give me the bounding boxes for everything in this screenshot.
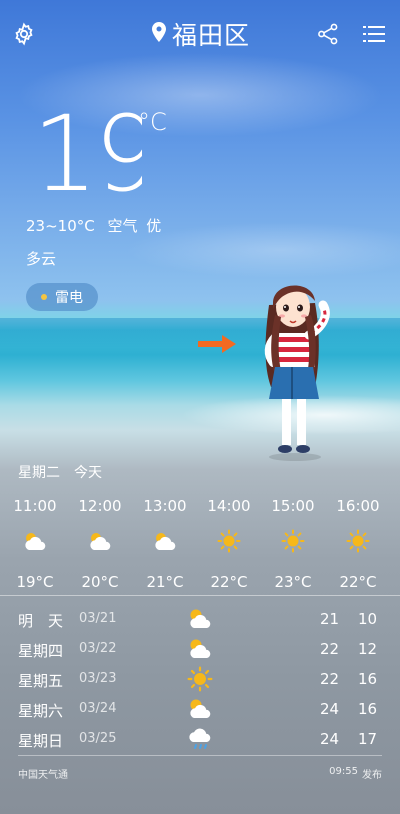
data-source[interactable]: 中国天气通 [18, 766, 68, 781]
air-quality: 优 [146, 217, 162, 235]
location-header[interactable]: 福田区 [152, 16, 250, 52]
top-bar: 福田区 [0, 0, 400, 64]
sun-icon [186, 666, 214, 696]
hourly-time: 14:00 [207, 497, 251, 515]
partly-cloudy-icon [5, 525, 65, 557]
hourly-day-name: 星期二 [18, 465, 60, 481]
publish-time: 09:55 [329, 766, 358, 777]
daily-date: 03/23 [79, 671, 117, 686]
location-pin-icon [152, 22, 166, 46]
hourly-item: 14:00 22°C [199, 497, 259, 591]
daily-date: 03/21 [79, 611, 117, 626]
hourly-item: 13:00 21°C [135, 497, 195, 591]
hourly-time: 15:00 [271, 497, 315, 515]
daily-high: 22 [320, 670, 340, 688]
publish-info: 09:55 发布 [329, 766, 382, 781]
hourly-item: 11:00 19°C [5, 497, 65, 591]
hourly-item: 15:00 23°C [263, 497, 323, 591]
partly-cloudy-icon [186, 606, 214, 634]
hourly-temp: 23°C [274, 573, 312, 591]
location-name: 福田区 [172, 21, 251, 50]
hourly-temp: 20°C [81, 573, 119, 591]
current-temperature: 19 [32, 93, 160, 215]
hourly-item: 16:00 22°C [328, 497, 388, 591]
air-label: 空气 [107, 217, 138, 235]
svg-text:19: 19 [32, 104, 142, 200]
current-condition: 多云 [26, 250, 57, 268]
partly-cloudy-icon [186, 696, 214, 724]
daily-day: 星期六 [18, 702, 64, 720]
divider [0, 595, 400, 596]
daily-row[interactable]: 星期日 03/25 24 17 [0, 724, 400, 754]
daily-high: 22 [320, 640, 340, 658]
daily-date: 03/22 [79, 641, 117, 656]
hourly-time: 13:00 [143, 497, 187, 515]
daily-date: 03/24 [79, 701, 117, 716]
hourly-time: 11:00 [13, 497, 57, 515]
sun-icon [263, 525, 323, 557]
daily-row[interactable]: 星期五 03/23 22 16 [0, 664, 400, 694]
daily-row[interactable]: 星期四 03/22 22 12 [0, 634, 400, 664]
daily-date: 03/25 [79, 731, 117, 746]
hourly-temp: 22°C [210, 573, 248, 591]
daily-row[interactable]: 明 天 03/21 21 10 [0, 604, 400, 634]
arrow-icon [198, 334, 236, 358]
hourly-temp: 19°C [16, 573, 54, 591]
rain-cloud-icon [186, 726, 214, 756]
daily-low: 16 [358, 700, 378, 718]
daily-day: 星期日 [18, 732, 64, 750]
partly-cloudy-icon [70, 525, 130, 557]
daily-row[interactable]: 星期六 03/24 24 16 [0, 694, 400, 724]
partly-cloudy-icon [186, 636, 214, 664]
daily-low: 17 [358, 730, 378, 748]
alert-label: 雷电 [55, 290, 83, 306]
cartoon-character[interactable] [255, 275, 335, 469]
daily-day: 星期四 [18, 642, 64, 660]
hourly-time: 16:00 [336, 497, 380, 515]
share-icon[interactable] [314, 20, 342, 48]
daily-day: 明 天 [18, 612, 64, 630]
hourly-item: 12:00 20°C [70, 497, 130, 591]
temperature-range-and-air[interactable]: 23~10°C 空气 优 [26, 215, 161, 236]
hourly-day-label: 星期二 今天 [18, 462, 102, 482]
sun-icon [199, 525, 259, 557]
menu-icon[interactable] [360, 20, 388, 48]
daily-low: 10 [358, 610, 378, 628]
sun-icon [328, 525, 388, 557]
daily-low: 16 [358, 670, 378, 688]
temperature-range: 23~10°C [26, 217, 95, 235]
daily-high: 21 [320, 610, 340, 628]
partly-cloudy-icon [135, 525, 195, 557]
hourly-temp: 22°C [339, 573, 377, 591]
daily-low: 12 [358, 640, 378, 658]
hourly-day-relative: 今天 [74, 465, 102, 481]
publish-label: 发布 [362, 770, 382, 781]
hourly-time: 12:00 [78, 497, 122, 515]
hourly-temp: 21°C [146, 573, 184, 591]
daily-high: 24 [320, 700, 340, 718]
footer-divider [18, 755, 382, 756]
temperature-unit: °C [138, 108, 167, 136]
daily-day: 星期五 [18, 672, 64, 690]
weather-alert-badge[interactable]: 雷电 [26, 283, 98, 311]
gear-icon[interactable] [10, 20, 38, 48]
daily-high: 24 [320, 730, 340, 748]
alert-dot-icon [41, 294, 47, 300]
